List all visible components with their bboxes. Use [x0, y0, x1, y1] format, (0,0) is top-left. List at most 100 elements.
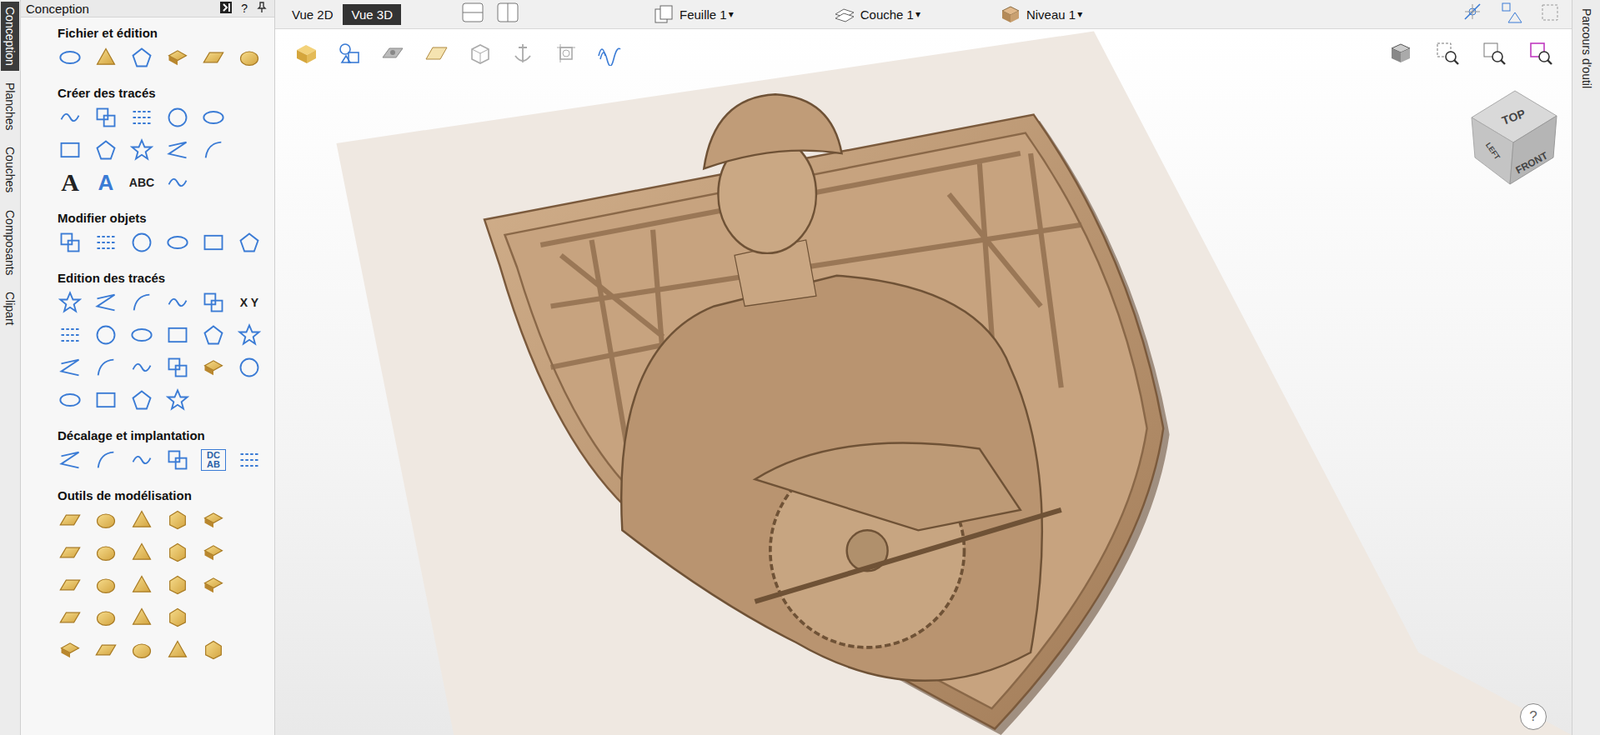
- tool-button[interactable]: [129, 45, 155, 71]
- tool-button[interactable]: [200, 355, 226, 381]
- tool-button[interactable]: [129, 105, 155, 131]
- side-tab[interactable]: Composants: [0, 205, 20, 281]
- tool-button[interactable]: [129, 290, 155, 316]
- tool-button[interactable]: [165, 105, 191, 131]
- tool-button[interactable]: [165, 137, 191, 163]
- tool-button[interactable]: [57, 322, 83, 348]
- tool-button[interactable]: ABC: [129, 170, 155, 196]
- tool-button[interactable]: [236, 447, 262, 473]
- tool-button[interactable]: [93, 507, 119, 533]
- tool-button[interactable]: [165, 322, 191, 348]
- tool-button[interactable]: [200, 540, 226, 566]
- snap-button[interactable]: [1461, 0, 1485, 28]
- tool-button[interactable]: [165, 170, 191, 196]
- tool-button[interactable]: DC AB: [200, 447, 226, 473]
- tool-button[interactable]: [200, 105, 226, 131]
- tool-button[interactable]: [57, 387, 83, 413]
- tool-button[interactable]: [57, 637, 83, 663]
- dropdown[interactable]: Couche 1▾: [833, 4, 921, 25]
- view-cube-top[interactable]: TOP: [1499, 106, 1527, 128]
- toolpaths-tab[interactable]: Parcours d'outil: [1577, 3, 1596, 94]
- tool-button[interactable]: [200, 507, 226, 533]
- tool-button[interactable]: [57, 45, 83, 71]
- tool-button[interactable]: [200, 572, 226, 598]
- dropdown[interactable]: Feuille 1▾: [652, 4, 734, 25]
- tool-button[interactable]: [57, 230, 83, 256]
- tool-button[interactable]: [129, 355, 155, 381]
- tool-button[interactable]: X Y: [236, 290, 262, 316]
- tool-button[interactable]: [57, 290, 83, 316]
- tool-button[interactable]: [93, 387, 119, 413]
- help-button[interactable]: ?: [240, 1, 248, 16]
- tool-button[interactable]: [129, 322, 155, 348]
- tool-button[interactable]: [57, 540, 83, 566]
- tool-button[interactable]: [165, 637, 191, 663]
- tool-button[interactable]: [200, 322, 226, 348]
- vectors-button[interactable]: [335, 39, 364, 68]
- tool-button[interactable]: [129, 540, 155, 566]
- tool-button[interactable]: [129, 447, 155, 473]
- side-tab[interactable]: Couches: [0, 141, 20, 198]
- material-button[interactable]: [291, 39, 321, 68]
- tool-button[interactable]: [93, 447, 119, 473]
- tool-button[interactable]: [57, 605, 83, 631]
- tool-button[interactable]: [93, 322, 119, 348]
- tool-button[interactable]: [165, 447, 191, 473]
- tool-button[interactable]: A: [57, 170, 83, 196]
- tool-button[interactable]: [93, 540, 119, 566]
- view-cube[interactable]: TOPLEFTFRONT: [1463, 84, 1564, 188]
- tool-button[interactable]: [165, 230, 191, 256]
- tool-button[interactable]: [236, 355, 262, 381]
- tool-button[interactable]: [57, 507, 83, 533]
- tool-button[interactable]: [93, 355, 119, 381]
- tool-button[interactable]: [93, 105, 119, 131]
- tool-button[interactable]: A: [93, 170, 119, 196]
- tool-button[interactable]: [93, 137, 119, 163]
- tool-button[interactable]: [57, 572, 83, 598]
- tool-button[interactable]: [165, 572, 191, 598]
- tool-button[interactable]: [129, 637, 155, 663]
- anchor-button[interactable]: [508, 39, 537, 68]
- tool-button[interactable]: [200, 230, 226, 256]
- 3d-viewport[interactable]: TOPLEFTFRONT?: [275, 29, 1572, 735]
- tool-button[interactable]: [165, 355, 191, 381]
- view-button[interactable]: Vue 3D: [342, 4, 401, 26]
- origin-button[interactable]: [551, 39, 581, 68]
- tool-button[interactable]: [129, 572, 155, 598]
- pin-button[interactable]: [255, 1, 268, 16]
- tool-button[interactable]: [165, 387, 191, 413]
- split-horizontal-button[interactable]: [461, 0, 485, 28]
- tool-button[interactable]: [129, 230, 155, 256]
- shapes-button[interactable]: [1499, 0, 1524, 28]
- dropdown[interactable]: Niveau 1▾: [999, 4, 1083, 25]
- tool-button[interactable]: [236, 45, 262, 71]
- tool-button[interactable]: [200, 290, 226, 316]
- tool-button[interactable]: [165, 507, 191, 533]
- zoom-selection-button[interactable]: [1526, 39, 1555, 68]
- tool-button[interactable]: [165, 605, 191, 631]
- tool-button[interactable]: [93, 605, 119, 631]
- tool-button[interactable]: [93, 45, 119, 71]
- zoom-area-button[interactable]: [1433, 39, 1462, 68]
- tool-button[interactable]: [200, 637, 226, 663]
- tool-button[interactable]: [57, 355, 83, 381]
- tool-button[interactable]: [129, 507, 155, 533]
- view-cube-button[interactable]: [1386, 39, 1415, 68]
- bounds-button[interactable]: [1538, 0, 1562, 28]
- tool-button[interactable]: [129, 137, 155, 163]
- dock-button[interactable]: [219, 0, 233, 17]
- tool-button[interactable]: [57, 105, 83, 131]
- zoom-all-button[interactable]: [1479, 39, 1509, 68]
- view-button[interactable]: Vue 2D: [283, 4, 342, 26]
- tool-button[interactable]: [93, 230, 119, 256]
- view-cube-left[interactable]: LEFT: [1484, 140, 1502, 162]
- tool-button[interactable]: [57, 137, 83, 163]
- tool-button[interactable]: [165, 290, 191, 316]
- tool-button[interactable]: [236, 230, 262, 256]
- tool-button[interactable]: [165, 540, 191, 566]
- tool-button[interactable]: [200, 137, 226, 163]
- tool-button[interactable]: [93, 290, 119, 316]
- toolpath-button[interactable]: [595, 39, 624, 68]
- tool-button[interactable]: [93, 572, 119, 598]
- tool-button[interactable]: [129, 605, 155, 631]
